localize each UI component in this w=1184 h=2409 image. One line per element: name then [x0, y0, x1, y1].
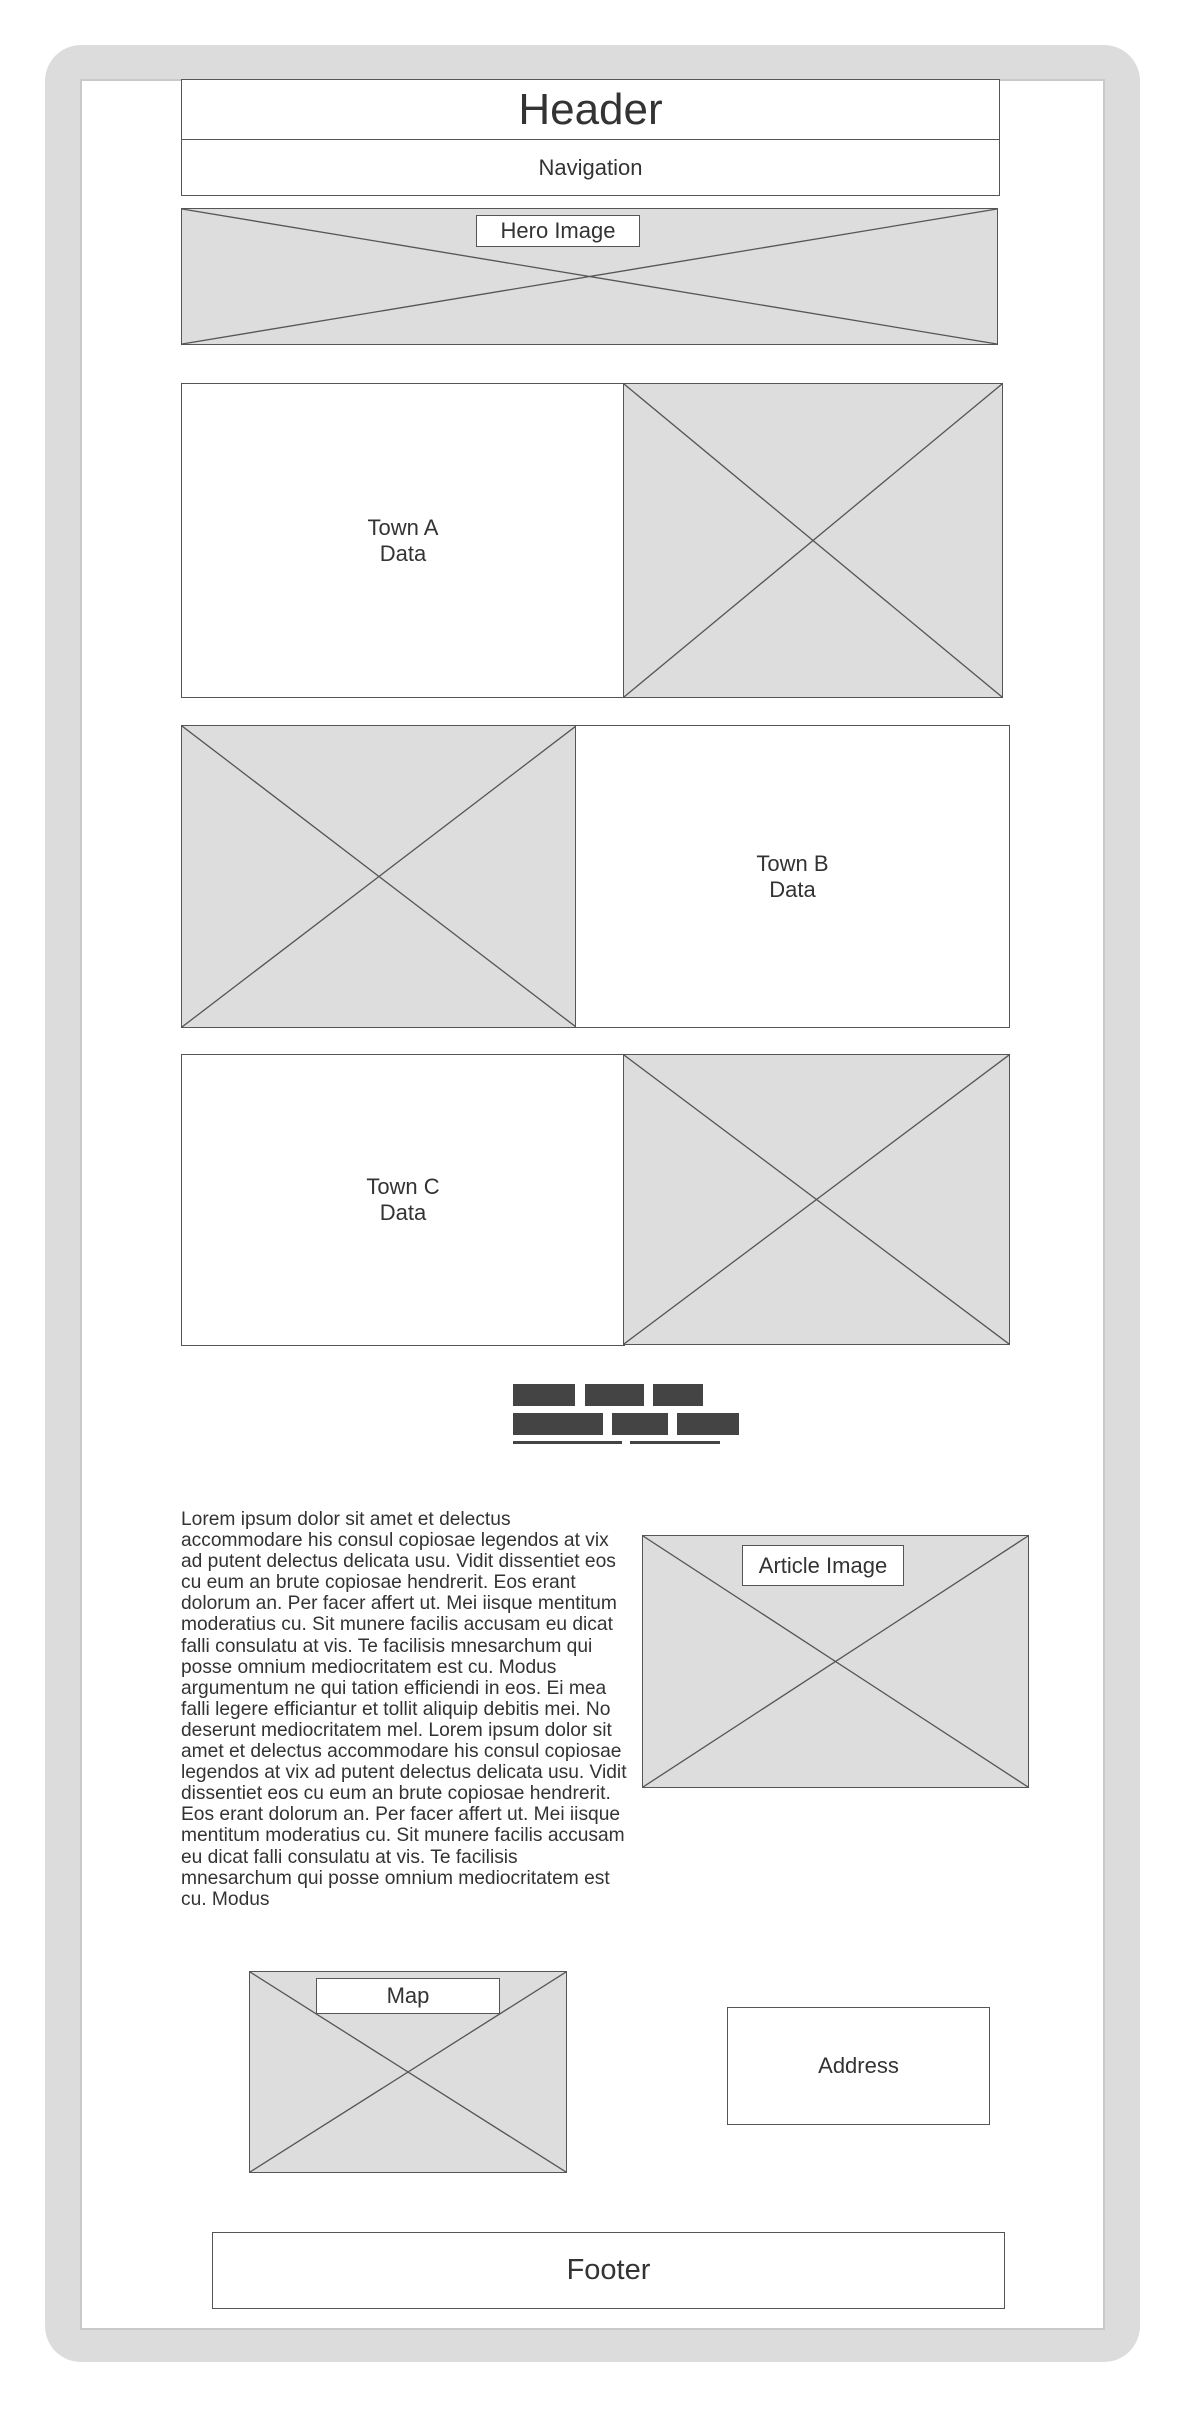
page-header: Header	[181, 79, 1000, 141]
map-label: Map	[316, 1978, 500, 2014]
town-a-sub: Data	[379, 540, 427, 566]
town-a-image-placeholder	[623, 383, 1003, 698]
page-footer: Footer	[212, 2232, 1005, 2309]
town-b-sub: Data	[769, 876, 816, 902]
navigation-bar[interactable]: Navigation	[181, 139, 1000, 196]
hero-image-label: Hero Image	[476, 215, 640, 247]
button-block[interactable]	[677, 1413, 739, 1435]
article-body-text: Lorem ipsum dolor sit amet et delectus a…	[181, 1509, 627, 1910]
map-placeholder[interactable]: Map	[249, 1971, 567, 2173]
button-block[interactable]	[585, 1384, 644, 1406]
placeholder-cross-icon	[624, 1055, 1009, 1344]
navigation-label: Navigation	[538, 154, 643, 180]
town-b-label: Town B Data	[756, 851, 828, 903]
town-c-name: Town C	[366, 1174, 440, 1199]
address-label: Address	[818, 2053, 899, 2078]
town-c-data-panel: Town C Data	[181, 1054, 625, 1346]
button-block[interactable]	[513, 1384, 575, 1406]
town-c-image-placeholder	[623, 1054, 1010, 1345]
town-a-name: Town A	[367, 514, 439, 540]
article-image-label-text: Article Image	[758, 1552, 888, 1578]
town-a-data-panel: Town A Data	[181, 383, 625, 698]
town-a-label: Town A Data	[368, 515, 439, 567]
town-b-name: Town B	[756, 850, 829, 876]
town-c-sub: Data	[379, 1200, 427, 1225]
article-image-label: Article Image	[742, 1545, 904, 1586]
town-b-image-placeholder	[181, 725, 577, 1028]
hero-image-placeholder: Hero Image	[181, 208, 998, 345]
button-block[interactable]	[612, 1413, 668, 1435]
hero-image-label-text: Hero Image	[500, 218, 616, 243]
header-title: Header	[518, 85, 663, 134]
button-block[interactable]	[653, 1384, 703, 1406]
placeholder-cross-icon	[624, 384, 1002, 697]
town-b-data-panel: Town B Data	[575, 725, 1010, 1028]
footer-label: Footer	[566, 2254, 651, 2286]
button-block[interactable]	[513, 1413, 603, 1435]
link-underline[interactable]	[630, 1441, 720, 1444]
address-box: Address	[727, 2007, 990, 2125]
town-c-label: Town C Data	[366, 1174, 439, 1226]
map-label-text: Map	[386, 1983, 430, 2008]
article-image-placeholder: Article Image	[642, 1535, 1029, 1788]
placeholder-cross-icon	[182, 726, 576, 1027]
link-underline[interactable]	[513, 1441, 622, 1444]
